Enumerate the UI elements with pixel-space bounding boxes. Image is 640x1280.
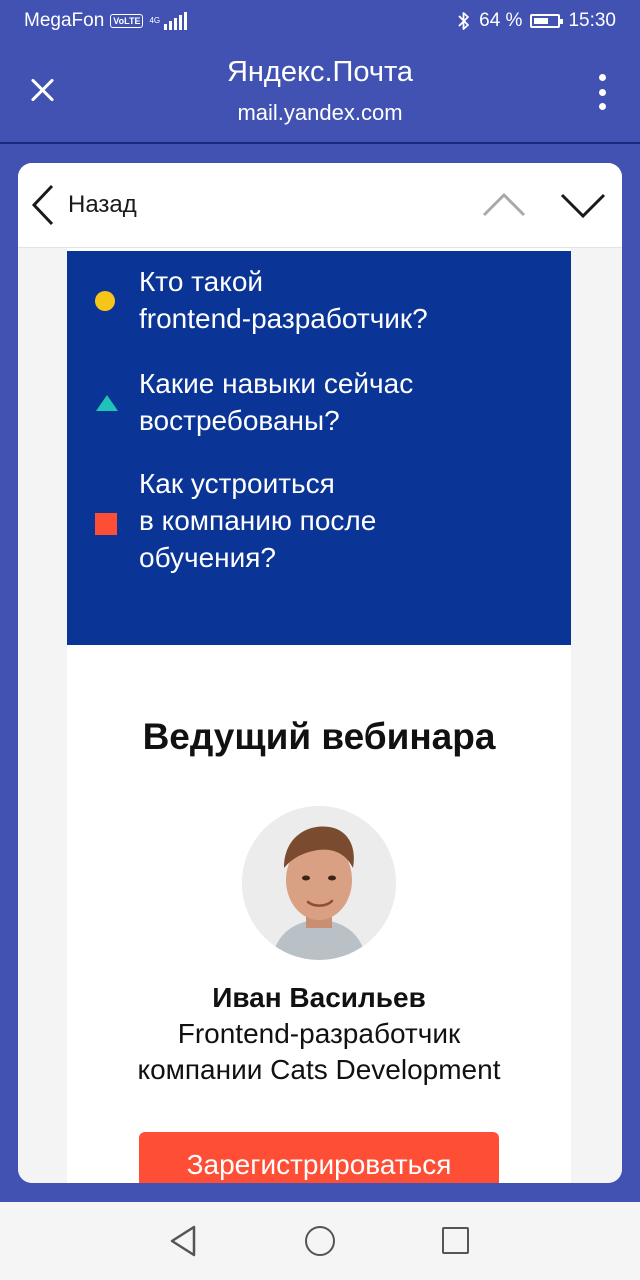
circle-bullet-icon <box>95 291 115 311</box>
app-title: Яндекс.Почта <box>226 56 414 88</box>
carrier-name: MegaFon <box>24 10 105 31</box>
system-nav-bar <box>0 1202 640 1280</box>
status-right: 64 % 15:30 <box>457 10 616 32</box>
back-button[interactable]: Назад <box>30 183 137 227</box>
clock: 15:30 <box>568 10 616 31</box>
home-circle-icon[interactable] <box>305 1226 335 1256</box>
status-bar: MegaFon VoLTE 4G 64 % 15:30 <box>0 0 640 44</box>
recent-apps-icon[interactable] <box>442 1227 469 1254</box>
bluetooth-icon <box>458 12 470 30</box>
signal-icon <box>164 12 188 30</box>
email-card: Назад Кто такой frontend-разработчик? Ка… <box>18 163 622 1183</box>
more-menu-icon[interactable] <box>594 74 610 110</box>
chevron-left-icon <box>31 184 54 226</box>
question-3: Как устроиться в компанию после обучения… <box>139 468 377 573</box>
battery-percent: 64 % <box>479 10 523 31</box>
back-triangle-icon[interactable] <box>168 1224 198 1258</box>
host-heading: Ведущий вебинара <box>142 716 496 757</box>
app-url: mail.yandex.com <box>237 100 403 125</box>
volte-badge: VoLTE <box>110 14 144 28</box>
register-button[interactable]: Зарегистрироваться <box>139 1132 499 1183</box>
message-body[interactable]: Кто такой frontend-разработчик? Какие на… <box>18 248 622 1183</box>
app-bar: Яндекс.Почта mail.yandex.com <box>0 44 640 142</box>
square-bullet-icon <box>95 513 117 535</box>
topics-block: Кто такой frontend-разработчик? Какие на… <box>67 251 571 645</box>
email-content: Кто такой frontend-разработчик? Какие на… <box>67 248 571 1183</box>
question-2: Какие навыки сейчас востребованы? <box>139 368 414 436</box>
question-1: Кто такой frontend-разработчик? <box>139 266 428 334</box>
network-type: 4G <box>149 16 161 25</box>
message-nav: Назад <box>18 163 622 248</box>
avatar <box>242 806 396 960</box>
battery-icon <box>530 14 564 28</box>
host-name: Иван Васильев <box>212 982 426 1013</box>
back-label: Назад <box>68 191 137 218</box>
app-bar-divider <box>0 142 640 144</box>
status-left: MegaFon VoLTE 4G <box>24 10 188 32</box>
chevron-down-icon[interactable] <box>560 183 606 227</box>
chevron-up-icon[interactable] <box>482 183 526 227</box>
triangle-bullet-icon <box>96 395 118 411</box>
host-role: Frontend-разработчик компании Cats Devel… <box>137 1018 501 1085</box>
